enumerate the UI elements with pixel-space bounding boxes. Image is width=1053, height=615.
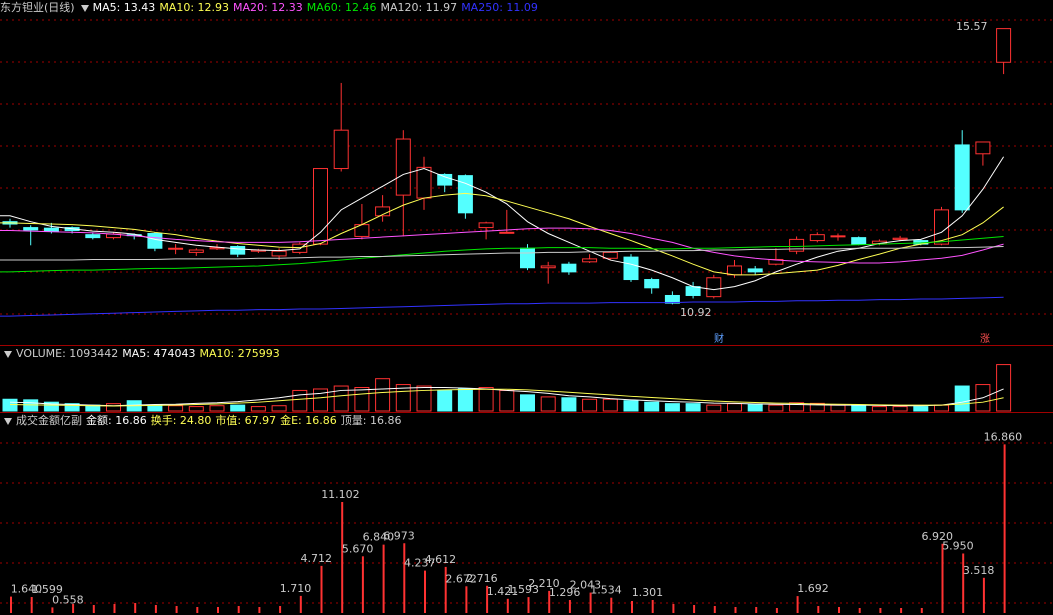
candle-body — [230, 245, 246, 255]
candlestick-chart[interactable] — [0, 0, 1053, 345]
candle-body — [168, 247, 184, 250]
amount-data-label: 3.518 — [963, 564, 995, 577]
candle-body — [954, 144, 970, 211]
candle-body — [644, 279, 660, 289]
candle-body — [478, 222, 494, 229]
volume-bar — [954, 385, 970, 412]
volume-bar — [871, 406, 887, 412]
candle-body — [727, 265, 742, 276]
amount-data-label: 6.973 — [383, 529, 415, 542]
volume-bar — [147, 404, 163, 412]
candle-body — [333, 129, 349, 170]
amount-data-label: 5.670 — [342, 542, 374, 555]
candle-body — [996, 28, 1012, 63]
volume-bar — [292, 389, 308, 412]
amount-data-label: 1.301 — [632, 586, 664, 599]
amount-data-label: 16.860 — [984, 430, 1023, 443]
amount-panel[interactable]: 成交金额亿副 金额: 16.86 换手: 24.80 市值: 67.97 金E:… — [0, 413, 1053, 615]
candle-body — [499, 231, 515, 234]
candle-body — [520, 247, 535, 269]
volume-bar — [727, 403, 742, 412]
amount-data-label: 1.534 — [590, 584, 622, 597]
candle-body — [582, 258, 598, 263]
volume-bar — [768, 404, 784, 412]
amount-data-label: 4.612 — [425, 553, 457, 566]
volume-bar — [375, 378, 391, 412]
volume-bar — [830, 404, 846, 412]
volume-bar — [540, 396, 556, 412]
volume-bar — [437, 389, 453, 412]
candle-body — [437, 173, 453, 186]
volume-bar — [416, 385, 432, 412]
amount-data-label: 4.712 — [301, 552, 333, 565]
candle-body — [188, 249, 204, 253]
candle-body — [892, 237, 908, 240]
price-panel[interactable]: 东方钽业(日线) MA5: 13.43 MA10: 12.93 MA20: 12… — [0, 0, 1053, 345]
earnings-marker[interactable]: 财 — [714, 330, 724, 345]
volume-bar — [664, 403, 680, 412]
candle-body — [85, 234, 101, 239]
amount-data-label: 1.692 — [797, 582, 829, 595]
volume-bar — [106, 403, 121, 412]
candle-body — [43, 227, 59, 232]
candle-body — [395, 138, 411, 196]
volume-bar — [230, 404, 246, 412]
candle-body — [602, 251, 618, 259]
amount-data-label: 11.102 — [321, 488, 360, 501]
amount-chart[interactable]: 1.6401.5990.5581.7104.71211.1025.6706.84… — [0, 413, 1053, 615]
candle-body — [271, 250, 287, 257]
volume-bar — [623, 400, 639, 412]
volume-bar — [23, 399, 39, 412]
candle-body — [809, 234, 825, 242]
volume-bar — [478, 387, 494, 412]
volume-bar — [188, 406, 204, 412]
candle-body — [561, 263, 577, 273]
volume-bar — [209, 405, 225, 412]
volume-bar — [602, 398, 618, 412]
volume-bar — [582, 398, 598, 412]
candle-body — [706, 277, 722, 298]
candle-body — [23, 227, 39, 231]
amount-data-label: 1.710 — [280, 582, 312, 595]
volume-bar — [457, 388, 473, 412]
candle-body — [685, 286, 701, 296]
volume-bar — [520, 394, 535, 412]
amount-data-label: 0.558 — [52, 593, 84, 606]
volume-bar — [333, 385, 349, 412]
volume-chart[interactable] — [0, 346, 1053, 412]
volume-bar — [271, 405, 287, 412]
volume-bar — [561, 397, 577, 412]
amount-data-label: 5.950 — [942, 540, 974, 553]
volume-bar — [168, 405, 184, 412]
ma250-line — [0, 296, 1004, 317]
candle-body — [540, 265, 556, 269]
volume-bar — [892, 406, 908, 412]
volume-bar — [354, 387, 370, 412]
volume-bar — [2, 398, 18, 412]
candle-body — [747, 268, 763, 273]
volume-bar — [706, 404, 722, 412]
low-price-label: 10.92 — [680, 306, 712, 319]
high-price-label: 15.57 — [956, 20, 988, 33]
candle-body — [416, 166, 432, 199]
volume-bar — [913, 406, 929, 412]
volume-bar — [499, 389, 515, 412]
volume-panel[interactable]: VOLUME: 1093442 MA5: 474043 MA10: 275993 — [0, 346, 1053, 412]
volume-bar — [996, 364, 1012, 412]
volume-bar — [250, 406, 266, 412]
candle-body — [623, 256, 639, 281]
candle-body — [975, 141, 991, 155]
volume-bar — [934, 404, 949, 412]
limit-up-marker[interactable]: 涨 — [980, 330, 990, 345]
volume-bar — [644, 401, 660, 412]
candle-body — [830, 235, 846, 238]
volume-bar — [747, 404, 763, 412]
candle-body — [851, 237, 867, 245]
amount-data-label: 2.716 — [466, 572, 498, 585]
candle-body — [147, 232, 163, 249]
volume-bar — [685, 403, 701, 412]
volume-bar — [851, 405, 867, 412]
ma5-line — [0, 156, 1005, 291]
